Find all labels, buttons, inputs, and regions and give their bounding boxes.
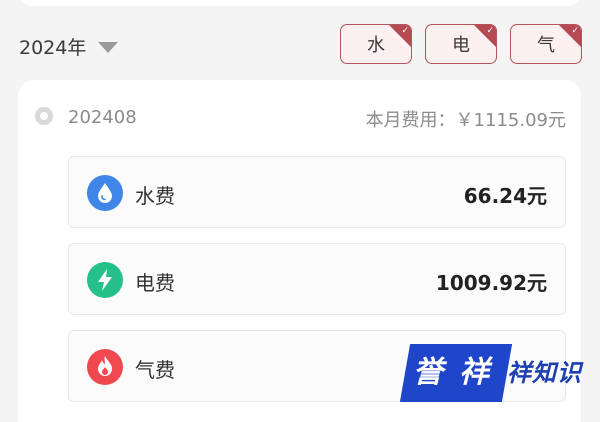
fee-name: 水费 — [135, 184, 175, 208]
watermark-text: 祥知识 — [507, 359, 582, 387]
fee-name: 电费 — [135, 271, 175, 295]
watermark-logo: 誉 祥 祥知识 — [399, 344, 585, 402]
fee-value: 1009.92元 — [435, 271, 547, 295]
previous-card-edge — [18, 0, 581, 6]
filter-gas-button[interactable]: 气 ✓ — [510, 24, 582, 64]
filter-water-label: 水 — [367, 35, 385, 56]
watermark-char: 誉 — [413, 355, 444, 390]
fee-item-electric[interactable]: 电费 1009.92元 — [68, 243, 566, 315]
fee-item-water[interactable]: 水费 66.24元 — [68, 156, 566, 228]
check-icon: ✓ — [401, 26, 409, 36]
page: 2024年 水 ✓ 电 ✓ 气 ✓ 202408 本月费用：￥1115.09元 — [0, 0, 600, 422]
filter-electric-label: 电 — [452, 35, 470, 56]
water-drop-icon — [87, 175, 123, 211]
year-label: 2024年 — [19, 36, 87, 59]
filter-water-button[interactable]: 水 ✓ — [340, 24, 412, 64]
check-icon: ✓ — [571, 26, 579, 36]
timeline-dot-icon — [35, 107, 53, 125]
lightning-bolt-icon — [87, 262, 123, 298]
month-period: 202408 — [68, 107, 137, 128]
filter-electric-button[interactable]: 电 ✓ — [425, 24, 497, 64]
fee-name: 气费 — [135, 358, 175, 382]
caret-down-icon — [98, 41, 119, 53]
watermark-char: 祥 — [459, 355, 490, 390]
month-total-cost: 本月费用：￥1115.09元 — [365, 110, 566, 131]
fee-value: 66.24元 — [463, 184, 547, 208]
filter-gas-label: 气 — [537, 35, 555, 56]
flame-icon — [87, 349, 123, 385]
check-icon: ✓ — [486, 26, 494, 36]
year-selector[interactable]: 2024年 — [19, 32, 119, 60]
